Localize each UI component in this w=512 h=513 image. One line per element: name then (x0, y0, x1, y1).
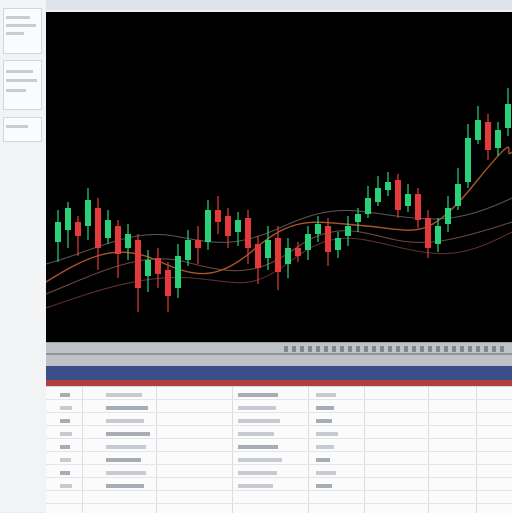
candle-body (385, 182, 391, 190)
table-cell (316, 432, 338, 436)
table-cell (106, 471, 146, 475)
table-cell (106, 458, 141, 462)
sidebar-control-block-1[interactable] (3, 8, 42, 54)
table-cell (60, 406, 72, 410)
table-cell (60, 432, 72, 436)
candle-body (475, 120, 481, 140)
sidebar-line-7 (6, 125, 28, 128)
table-cell (106, 484, 144, 488)
candle-body (105, 220, 111, 238)
sidebar-line-3 (6, 32, 24, 35)
table-cell (238, 393, 278, 397)
candle-body (395, 180, 401, 210)
table-cell (316, 471, 336, 475)
candle-body (205, 210, 211, 242)
candle-body (85, 200, 91, 226)
table-cell (316, 484, 332, 488)
candle-body (65, 208, 71, 230)
sidebar-control-block-2[interactable] (3, 60, 42, 110)
table-cell (60, 458, 71, 462)
candle-body (455, 184, 461, 206)
sidebar-control-block-3[interactable] (3, 117, 42, 142)
table-cell (60, 471, 70, 475)
table-cell (60, 484, 72, 488)
candle-body (355, 214, 361, 222)
candle-body (95, 208, 101, 248)
candle-body (175, 256, 181, 288)
candle-body (485, 122, 491, 150)
table-cell (106, 445, 146, 449)
candle-body (75, 222, 81, 236)
sidebar-line-5 (6, 79, 37, 82)
table-cell (106, 393, 142, 397)
table-cell (238, 445, 278, 449)
table-cell (238, 458, 282, 462)
candle-body (125, 234, 131, 248)
candle-body (245, 218, 251, 248)
candle-body (425, 218, 431, 248)
sidebar-line-2 (6, 24, 36, 27)
candle-body (275, 238, 281, 272)
table-cell (106, 406, 148, 410)
table-cell (316, 419, 332, 423)
candle-body (235, 220, 241, 232)
table-cell (238, 419, 280, 423)
candle-body (415, 194, 421, 220)
table-cell (316, 393, 336, 397)
candle-body (315, 224, 321, 234)
candle-body (255, 244, 261, 268)
candle-body (215, 210, 221, 222)
candle-body (375, 188, 381, 202)
table-cell (316, 406, 334, 410)
candle-body (345, 226, 351, 236)
candle-body (55, 222, 61, 242)
candle-body (115, 226, 121, 254)
table-cell (238, 432, 274, 436)
status-ticks (284, 346, 504, 352)
table-cell (238, 484, 273, 488)
candle-body (135, 240, 141, 288)
candle-body (195, 240, 201, 248)
candle-body (155, 258, 161, 274)
table-cell (238, 406, 276, 410)
candle-body (435, 226, 441, 244)
candle-body (285, 248, 291, 264)
chart-status-strip (46, 342, 512, 367)
table-cell (106, 432, 150, 436)
chart-background (46, 12, 512, 342)
sidebar-line-6 (6, 89, 26, 92)
candle-body (165, 270, 171, 296)
candle-body (265, 240, 271, 258)
candle-body (495, 130, 501, 148)
candle-body (445, 208, 451, 224)
candle-body (225, 216, 231, 236)
sidebar-line-1 (6, 16, 30, 19)
candle-body (505, 104, 511, 128)
candle-body (185, 240, 191, 260)
table-cell (106, 419, 144, 423)
table-cell (60, 445, 70, 449)
candle-body (405, 194, 411, 206)
status-line (46, 353, 512, 355)
table-cell (238, 471, 277, 475)
candle-body (325, 226, 331, 252)
candle-body (335, 238, 341, 250)
table-row[interactable] (46, 491, 512, 504)
candle-body (465, 138, 471, 182)
price-chart[interactable] (46, 12, 512, 342)
sidebar-line-4 (6, 70, 33, 73)
table-cell (316, 458, 330, 462)
candle-body (145, 260, 151, 276)
data-table-panel[interactable] (46, 386, 512, 513)
left-sidebar-panel (0, 0, 47, 512)
blue-separator-bar (46, 366, 512, 380)
table-cell (316, 445, 334, 449)
table-cell (60, 393, 70, 397)
candle-body (365, 198, 371, 214)
table-cell (60, 419, 70, 423)
candle-body (295, 248, 301, 256)
candle-body (305, 234, 311, 250)
